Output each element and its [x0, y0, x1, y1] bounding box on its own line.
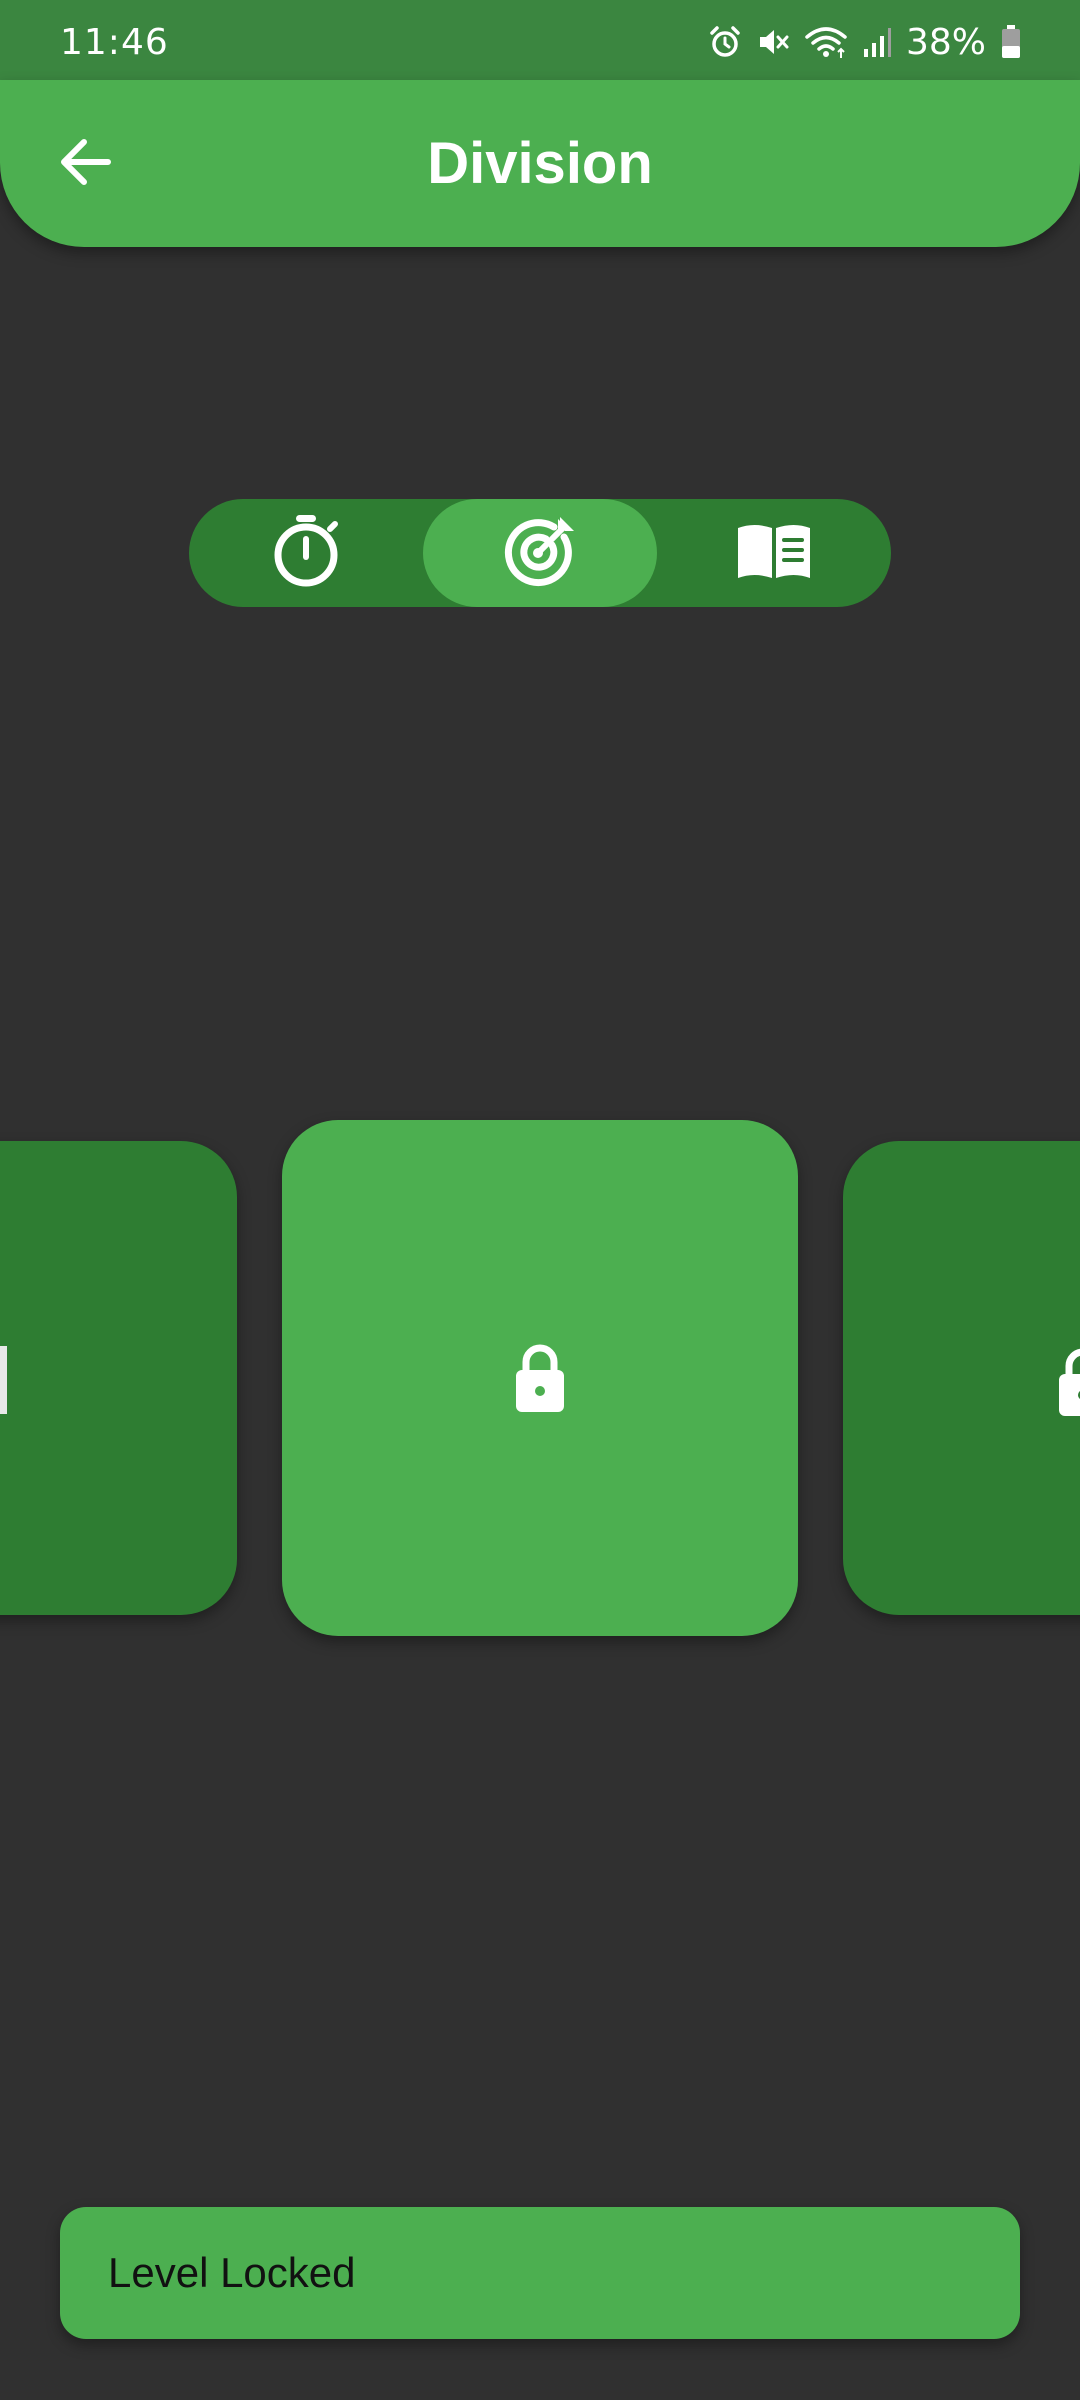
level-status-label: Level Locked	[108, 2249, 356, 2296]
level-card-previous[interactable]	[0, 1141, 237, 1615]
page-title: Division	[427, 131, 653, 196]
status-icons: 38%	[708, 21, 1022, 63]
level-card-next[interactable]	[843, 1141, 1080, 1615]
tab-timed-mode[interactable]	[189, 499, 423, 607]
level-card-current[interactable]	[282, 1120, 798, 1636]
tab-target-mode[interactable]	[423, 499, 657, 607]
signal-icon	[862, 25, 892, 59]
battery-icon	[1000, 24, 1022, 60]
open-book-icon	[734, 520, 814, 587]
mode-selector	[189, 499, 891, 607]
lock-icon	[1055, 1346, 1080, 1423]
mute-icon	[756, 25, 790, 59]
target-icon	[502, 513, 578, 594]
status-time: 11:46	[60, 22, 169, 63]
alarm-icon	[708, 25, 742, 59]
app-bar: Division	[0, 80, 1080, 247]
stopwatch-icon	[272, 513, 340, 594]
status-bar: 11:46 38%	[0, 0, 1080, 80]
lock-icon	[512, 1342, 568, 1419]
tab-learn-mode[interactable]	[657, 499, 891, 607]
wifi-icon	[804, 25, 848, 59]
battery-percent: 38%	[905, 21, 986, 63]
screen: 11:46 38% Division Level Locked	[0, 0, 1080, 2400]
partial-level-mark	[0, 1346, 7, 1414]
level-status-button[interactable]: Level Locked	[60, 2207, 1020, 2339]
